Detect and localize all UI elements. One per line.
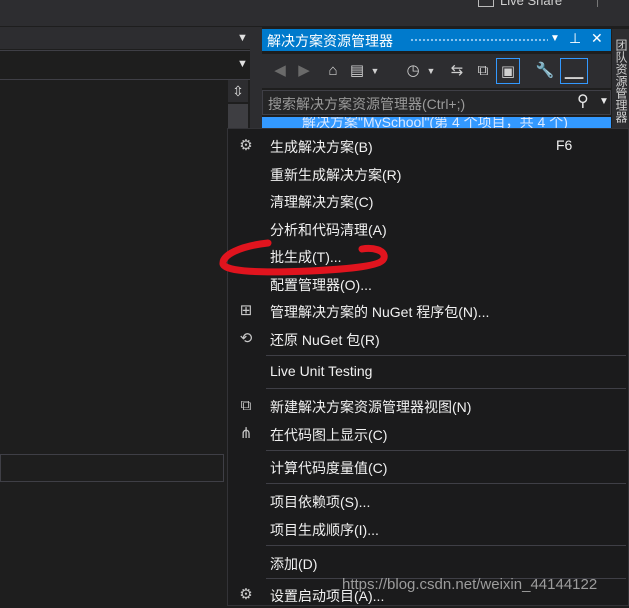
- search-icon[interactable]: ⚲: [577, 91, 589, 111]
- menu-item-live-unit-testing[interactable]: Live Unit Testing: [228, 359, 629, 385]
- menu-item-restore-nuget[interactable]: ⟲ 还原 NuGet 包(R): [228, 326, 629, 352]
- live-share-icon[interactable]: [478, 0, 494, 7]
- code-editor[interactable]: [0, 80, 227, 606]
- top-divider: [597, 0, 598, 7]
- menu-item-show-on-code-map[interactable]: ⋔ 在代码图上显示(C): [228, 421, 629, 447]
- menu-separator: [266, 355, 626, 356]
- menu-item-analyze-cleanup[interactable]: 分析和代码清理(A): [228, 216, 629, 242]
- menu-item-configuration-manager[interactable]: 配置管理器(O)...: [228, 271, 629, 297]
- nuget-icon: ⊞: [239, 302, 253, 319]
- restore-icon: ⟲: [239, 330, 253, 347]
- new-view-icon: ⧉: [240, 397, 252, 414]
- navigation-bar[interactable]: ▼: [0, 50, 258, 80]
- live-share-button[interactable]: Live Share: [500, 0, 562, 8]
- split-icon[interactable]: ⇳: [228, 80, 248, 102]
- menu-item-code-metrics[interactable]: 计算代码度量值(C): [228, 454, 629, 480]
- code-map-icon: ⋔: [239, 425, 253, 442]
- solution-explorer-titlebar[interactable]: 解决方案资源管理器 ▼ ⊥ ✕: [262, 29, 611, 51]
- build-icon: ⚙: [239, 137, 253, 154]
- editor-line-highlight: [0, 454, 224, 482]
- properties-icon[interactable]: 🔧: [534, 58, 556, 84]
- menu-item-clean-solution[interactable]: 清理解决方案(C): [228, 188, 629, 214]
- menu-item-batch-build[interactable]: 批生成(T)...: [228, 243, 629, 269]
- menu-item-manage-nuget[interactable]: ⊞ 管理解决方案的 NuGet 程序包(N)...: [228, 298, 629, 324]
- top-strip: Live Share: [0, 0, 629, 26]
- menu-item-add[interactable]: 添加(D): [228, 550, 629, 576]
- menu-item-new-explorer-view[interactable]: ⧉ 新建解决方案资源管理器视图(N): [228, 393, 629, 419]
- menu-separator: [266, 388, 626, 389]
- titlebar-grip: [410, 38, 548, 42]
- window-position-icon[interactable]: ▼: [550, 33, 560, 44]
- home-icon[interactable]: ⌂: [322, 58, 344, 84]
- pending-changes-icon[interactable]: ◷: [402, 58, 424, 84]
- menu-separator: [266, 545, 626, 546]
- chevron-down-icon[interactable]: ▼: [368, 58, 382, 84]
- editor-dropdown-bar[interactable]: ▼: [0, 27, 258, 49]
- close-icon[interactable]: ✕: [591, 30, 603, 47]
- pin-icon[interactable]: ⊥: [569, 30, 581, 47]
- preview-icon[interactable]: ▁▁: [560, 58, 588, 84]
- solution-explorer-toolbar: ◀ ▶ ⌂ ▤ ▼ ◷ ▼ ⇆ ⧉ ▣ 🔧 ▁▁: [262, 54, 611, 88]
- dropdown-caret-icon[interactable]: ▼: [237, 58, 248, 70]
- menu-item-build-solution[interactable]: ⚙ 生成解决方案(B) F6: [228, 133, 629, 159]
- chevron-down-icon[interactable]: ▼: [424, 58, 438, 84]
- gear-icon: ⚙: [239, 586, 253, 603]
- menu-separator: [266, 483, 626, 484]
- context-menu: ⚙ 生成解决方案(B) F6 重新生成解决方案(R) 清理解决方案(C) 分析和…: [227, 128, 629, 606]
- menu-item-rebuild-solution[interactable]: 重新生成解决方案(R): [228, 161, 629, 187]
- solution-explorer-title: 解决方案资源管理器: [267, 33, 393, 49]
- switch-views-icon[interactable]: ▤: [346, 58, 368, 84]
- menu-item-project-build-order[interactable]: 项目生成顺序(I)...: [228, 516, 629, 542]
- menu-item-project-dependencies[interactable]: 项目依赖项(S)...: [228, 488, 629, 514]
- watermark: https://blog.csdn.net/weixin_44144122: [342, 576, 598, 593]
- solution-explorer-search[interactable]: 搜索解决方案资源管理器(Ctrl+;) ⚲ ▼: [262, 90, 611, 115]
- search-options-icon[interactable]: ▼: [599, 96, 609, 107]
- sync-icon[interactable]: ⇆: [446, 58, 468, 84]
- team-explorer-tab[interactable]: 团队资源管理器: [614, 39, 628, 123]
- dropdown-caret-icon[interactable]: ▼: [237, 32, 248, 44]
- show-all-files-icon[interactable]: ▣: [496, 58, 520, 84]
- forward-icon[interactable]: ▶: [294, 58, 314, 84]
- collapse-all-icon[interactable]: ⧉: [472, 58, 494, 84]
- back-icon[interactable]: ◀: [270, 58, 290, 84]
- search-input[interactable]: 搜索解决方案资源管理器(Ctrl+;): [268, 94, 465, 114]
- menu-separator: [266, 450, 626, 451]
